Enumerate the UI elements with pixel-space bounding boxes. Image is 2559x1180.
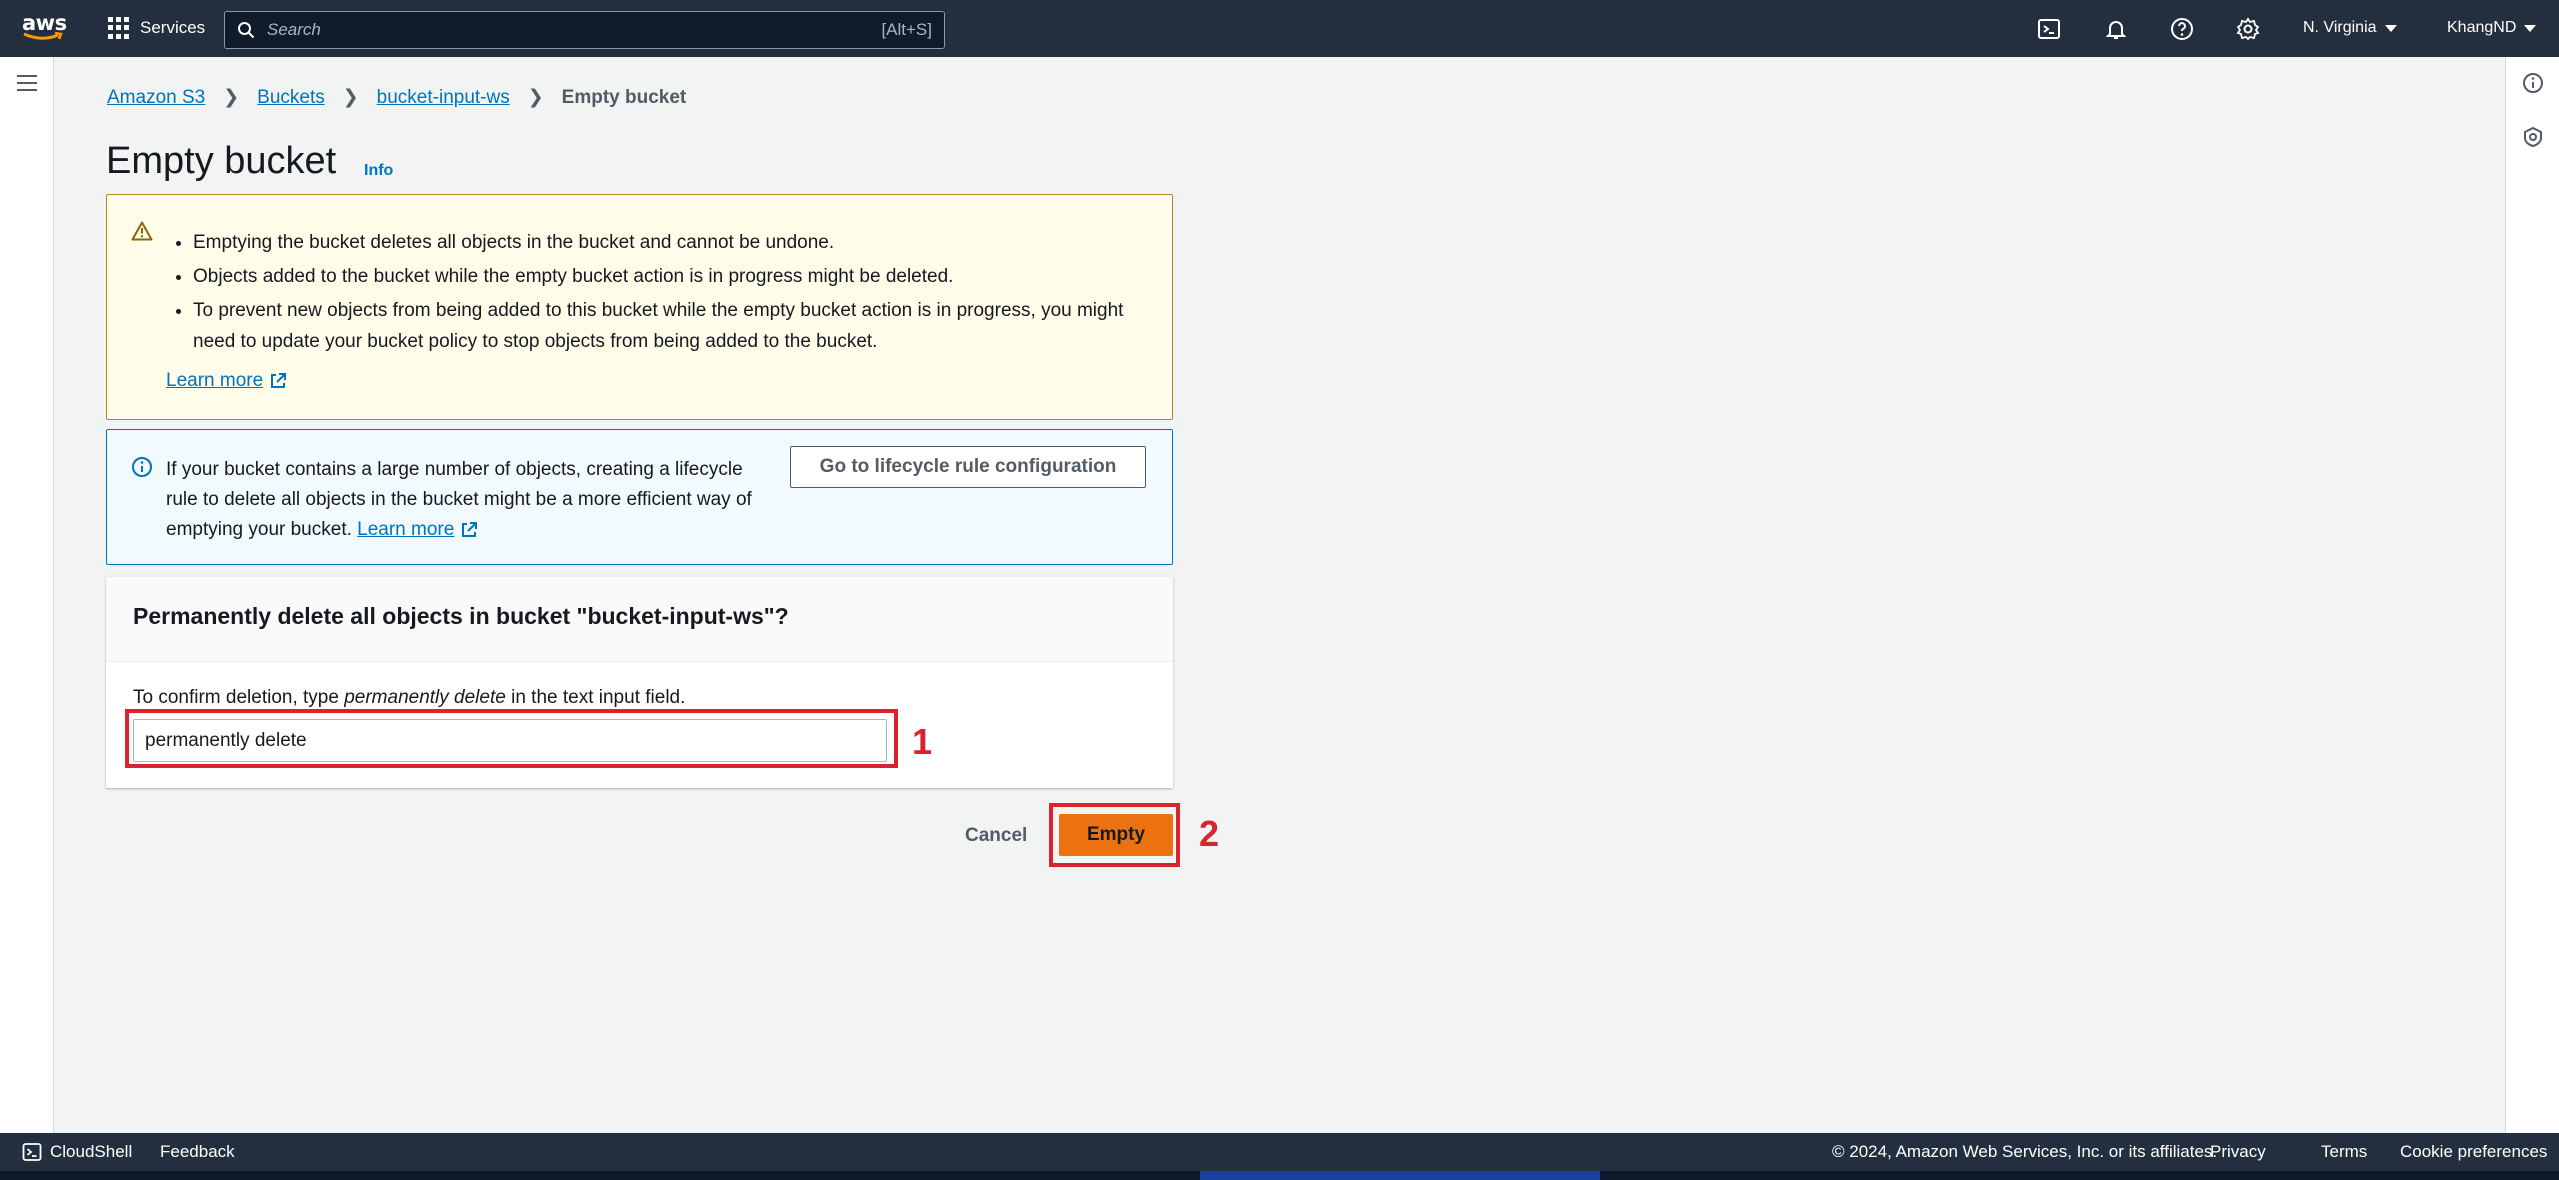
search-icon xyxy=(238,22,255,39)
footer: CloudShell Feedback © 2024, Amazon Web S… xyxy=(0,1133,2559,1171)
services-menu[interactable]: Services xyxy=(108,17,205,39)
footer-terms-link[interactable]: Terms xyxy=(2321,1142,2367,1162)
page-title: Empty bucket xyxy=(106,140,337,182)
footer-feedback[interactable]: Feedback xyxy=(160,1142,235,1162)
breadcrumb: Amazon S3 ❯ Buckets ❯ bucket-input-ws ❯ … xyxy=(107,86,686,109)
warning-item: To prevent new objects from being added … xyxy=(193,295,1153,357)
aws-logo-text: aws xyxy=(22,11,67,35)
chevron-right-icon: ❯ xyxy=(527,87,544,108)
step-number-2: 2 xyxy=(1199,813,1220,854)
step-number-1: 1 xyxy=(912,721,933,762)
aws-logo[interactable]: aws xyxy=(22,11,67,46)
warning-list: Emptying the bucket deletes all objects … xyxy=(193,227,1153,360)
help-icon[interactable] xyxy=(2170,17,2194,41)
info-learn-more-link[interactable]: Learn more xyxy=(357,515,478,545)
caret-down-icon xyxy=(2384,24,2397,32)
cancel-button[interactable]: Cancel xyxy=(953,819,1039,853)
chevron-right-icon: ❯ xyxy=(223,87,240,108)
notifications-bell-icon[interactable] xyxy=(2104,17,2128,41)
services-label: Services xyxy=(140,18,206,37)
instruction-prefix: To confirm deletion, type xyxy=(133,687,345,708)
learn-more-label: Learn more xyxy=(166,370,264,391)
shield-settings-icon[interactable] xyxy=(2522,126,2544,148)
grid-icon xyxy=(108,17,130,39)
highlight-box-step-1 xyxy=(125,709,898,768)
info-panel-icon[interactable] xyxy=(2522,72,2544,94)
external-link-icon xyxy=(462,522,478,537)
warning-triangle-icon xyxy=(131,221,153,241)
search-box[interactable]: [Alt+S] xyxy=(224,11,945,49)
search-input[interactable] xyxy=(267,20,882,40)
footer-privacy-link[interactable]: Privacy xyxy=(2210,1142,2266,1162)
footer-cloudshell-label: CloudShell xyxy=(50,1142,133,1161)
footer-copyright: © 2024, Amazon Web Services, Inc. or its… xyxy=(1832,1142,2218,1161)
search-shortcut-hint: [Alt+S] xyxy=(881,20,932,39)
warning-item: Emptying the bucket deletes all objects … xyxy=(193,227,1153,258)
top-navigation: aws Services [Alt+S] N xyxy=(0,0,2559,57)
warning-learn-more-link[interactable]: Learn more xyxy=(166,370,287,392)
warning-alert: Emptying the bucket deletes all objects … xyxy=(106,194,1173,420)
menu-hamburger-icon[interactable] xyxy=(17,75,37,91)
info-alert: If your bucket contains a large number o… xyxy=(106,429,1173,565)
info-circle-icon xyxy=(132,457,152,477)
left-side-rail xyxy=(0,57,54,1133)
chevron-right-icon: ❯ xyxy=(342,87,359,108)
breadcrumb-bucket[interactable]: bucket-input-ws xyxy=(377,87,510,109)
user-label: KhangND xyxy=(2447,19,2517,36)
region-label: N. Virginia xyxy=(2303,19,2377,36)
instruction-suffix: in the text input field. xyxy=(505,687,686,708)
go-to-lifecycle-rule-button[interactable]: Go to lifecycle rule configuration xyxy=(790,446,1146,488)
info-link[interactable]: Info xyxy=(364,162,393,180)
region-selector[interactable]: N. Virginia xyxy=(2303,19,2397,37)
breadcrumb-current: Empty bucket xyxy=(561,86,687,108)
breadcrumb-buckets[interactable]: Buckets xyxy=(257,87,325,109)
cloudshell-icon[interactable] xyxy=(2037,17,2061,41)
aws-smile-icon xyxy=(23,32,63,40)
panel-title: Permanently delete all objects in bucket… xyxy=(106,577,1173,662)
warning-item: Objects added to the bucket while the em… xyxy=(193,261,1153,292)
account-menu[interactable]: KhangND xyxy=(2447,19,2537,37)
highlight-box-step-2 xyxy=(1049,803,1180,867)
right-side-rail xyxy=(2505,57,2559,1133)
instruction-phrase: permanently delete xyxy=(344,687,506,708)
cloudshell-icon xyxy=(22,1143,42,1161)
external-link-icon xyxy=(271,373,287,388)
confirm-instruction: To confirm deletion, type permanently de… xyxy=(133,687,685,709)
breadcrumb-amazon-s3[interactable]: Amazon S3 xyxy=(107,87,205,109)
info-message: If your bucket contains a large number o… xyxy=(166,455,766,545)
caret-down-icon xyxy=(2524,24,2537,32)
settings-gear-icon[interactable] xyxy=(2236,17,2260,41)
footer-cloudshell[interactable]: CloudShell xyxy=(22,1142,132,1162)
desktop-strip xyxy=(0,1171,2559,1180)
footer-cookie-preferences-link[interactable]: Cookie preferences xyxy=(2400,1142,2547,1162)
learn-more-label: Learn more xyxy=(357,519,455,540)
